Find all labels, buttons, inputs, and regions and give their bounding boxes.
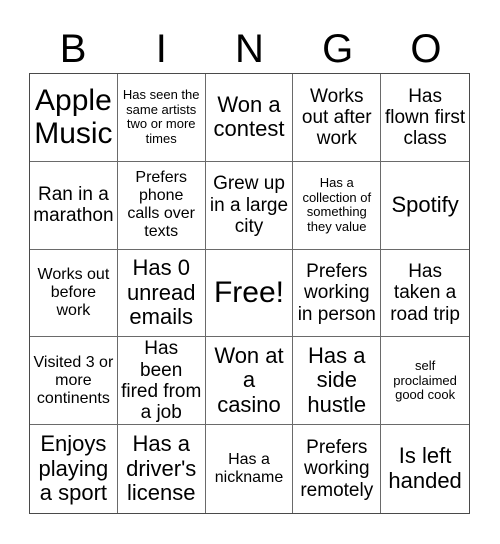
header-letter-b: B <box>59 27 87 71</box>
bingo-cell[interactable]: Prefers working remotely <box>293 425 382 513</box>
bingo-cell[interactable]: Won at a casino <box>205 337 294 426</box>
header-letter-o: O <box>410 27 442 71</box>
header-letter-n: N <box>235 27 264 71</box>
bingo-cell[interactable]: Ran in a marathon <box>30 161 118 250</box>
bingo-cell[interactable]: Has been fired from a job <box>117 337 206 426</box>
header-letter-g: G <box>322 27 354 71</box>
bingo-cell[interactable]: Visited 3 or more continents <box>30 337 118 426</box>
bingo-cell[interactable]: Prefers phone calls over texts <box>117 161 206 250</box>
bingo-cell[interactable]: Has a driver's license <box>118 425 206 513</box>
bingo-cell[interactable]: Has taken a road trip <box>381 250 469 338</box>
bingo-cell[interactable]: Has 0 unread emails <box>117 249 206 338</box>
bingo-cell[interactable]: Has a collection of something they value <box>293 161 382 250</box>
bingo-cell[interactable]: Has seen the same artists two or more ti… <box>117 74 206 162</box>
free-space-cell[interactable]: Free! <box>205 249 294 338</box>
bingo-cell[interactable]: Won a contest <box>205 74 294 162</box>
bingo-cell[interactable]: Apple Music <box>30 74 118 162</box>
bingo-header: B I N G O <box>29 24 470 74</box>
bingo-cell[interactable]: Grew up in a large city <box>205 161 294 250</box>
bingo-cell[interactable]: Is left handed <box>381 425 469 513</box>
header-letter-i: I <box>155 27 167 71</box>
bingo-cell[interactable]: Has flown first class <box>381 74 469 162</box>
bingo-cell[interactable]: self proclaimed good cook <box>381 337 469 426</box>
bingo-cell[interactable]: Works out after work <box>293 74 382 162</box>
bingo-cell[interactable]: Works out before work <box>30 249 118 338</box>
bingo-board: Apple Music Has seen the same artists tw… <box>29 73 470 514</box>
bingo-cell[interactable]: Has a side hustle <box>293 337 382 426</box>
bingo-cell[interactable]: Has a nickname <box>206 425 294 513</box>
bingo-cell[interactable]: Prefers working in person <box>293 249 382 338</box>
bingo-cell[interactable]: Spotify <box>381 162 469 250</box>
bingo-cell[interactable]: Enjoys playing a sport <box>30 425 118 513</box>
